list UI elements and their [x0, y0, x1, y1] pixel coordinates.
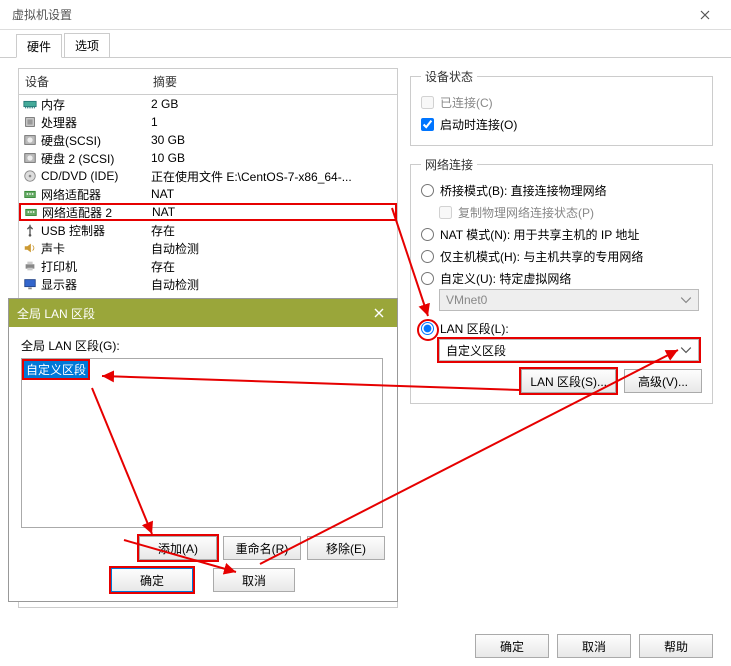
tab-row: 硬件 选项	[0, 30, 731, 58]
footer-ok[interactable]: 确定	[475, 634, 549, 658]
table-row[interactable]: 声卡自动检测	[19, 239, 397, 257]
print-icon	[23, 259, 37, 273]
dd-lan-segment[interactable]: 自定义区段	[439, 339, 699, 361]
memory-icon	[23, 97, 37, 111]
chk-connect-on-power[interactable]: 启动时连接(O)	[421, 113, 702, 135]
lan-dialog-close[interactable]	[369, 303, 389, 323]
nic-icon	[23, 187, 37, 201]
dialog-footer: 确定 取消 帮助	[475, 634, 713, 658]
table-row[interactable]: 硬盘(SCSI)30 GB	[19, 131, 397, 149]
table-row[interactable]: 打印机存在	[19, 257, 397, 275]
rad-hostonly[interactable]: 仅主机模式(H): 与主机共享的专用网络	[421, 245, 702, 267]
cpu-icon	[23, 115, 37, 129]
btn-advanced[interactable]: 高级(V)...	[624, 369, 702, 393]
list-item[interactable]: 自定义区段	[24, 361, 88, 378]
btn-lan-segments[interactable]: LAN 区段(S)...	[521, 369, 616, 393]
table-row[interactable]: 硬盘 2 (SCSI)10 GB	[19, 149, 397, 167]
col-device: 设备	[19, 69, 147, 94]
device-table-header: 设备 摘要	[19, 69, 397, 95]
lan-dialog-titlebar: 全局 LAN 区段	[9, 299, 397, 327]
btn-rename[interactable]: 重命名(R)	[223, 536, 301, 560]
lan-segment-list[interactable]: 自定义区段	[21, 358, 383, 528]
table-row[interactable]: USB 控制器存在	[19, 221, 397, 239]
rad-nat[interactable]: NAT 模式(N): 用于共享主机的 IP 地址	[421, 223, 702, 245]
table-row[interactable]: 内存2 GB	[19, 95, 397, 113]
footer-cancel[interactable]: 取消	[557, 634, 631, 658]
dd-custom-vmnet: VMnet0	[439, 289, 699, 311]
table-row[interactable]: 网络适配器 2NAT	[19, 203, 397, 221]
tab-hardware[interactable]: 硬件	[16, 34, 62, 58]
footer-help[interactable]: 帮助	[639, 634, 713, 658]
table-row[interactable]: 网络适配器NAT	[19, 185, 397, 203]
btn-remove[interactable]: 移除(E)	[307, 536, 385, 560]
display-icon	[23, 277, 37, 291]
table-row[interactable]: 显示器自动检测	[19, 275, 397, 293]
disk-icon	[23, 151, 37, 165]
nic-icon	[24, 205, 38, 219]
chk-connected[interactable]: 已连接(C)	[421, 91, 702, 113]
group-network-connection: 网络连接 桥接模式(B): 直接连接物理网络 复制物理网络连接状态(P) NAT…	[410, 156, 713, 404]
chk-replicate: 复制物理网络连接状态(P)	[439, 201, 702, 223]
rad-custom[interactable]: 自定义(U): 特定虚拟网络	[421, 267, 702, 289]
titlebar: 虚拟机设置	[0, 0, 731, 30]
table-row[interactable]: 处理器1	[19, 113, 397, 131]
close-button[interactable]	[687, 1, 723, 29]
tab-options[interactable]: 选项	[64, 33, 110, 57]
rad-lan-segment[interactable]: LAN 区段(L):	[421, 317, 702, 339]
chevron-down-icon	[680, 294, 692, 306]
usb-icon	[23, 223, 37, 237]
lan-dialog-label: 全局 LAN 区段(G):	[21, 337, 385, 354]
btn-add[interactable]: 添加(A)	[139, 536, 217, 560]
group-device-status: 设备状态 已连接(C) 启动时连接(O)	[410, 68, 713, 146]
col-summary: 摘要	[147, 69, 397, 94]
disk-icon	[23, 133, 37, 147]
lan-segment-dialog: 全局 LAN 区段 全局 LAN 区段(G): 自定义区段 添加(A) 重命名(…	[8, 298, 398, 602]
table-row[interactable]: CD/DVD (IDE)正在使用文件 E:\CentOS-7-x86_64-..…	[19, 167, 397, 185]
btn-cancel[interactable]: 取消	[213, 568, 295, 592]
cd-icon	[23, 169, 37, 183]
rad-bridged[interactable]: 桥接模式(B): 直接连接物理网络	[421, 179, 702, 201]
sound-icon	[23, 241, 37, 255]
window-title: 虚拟机设置	[12, 6, 72, 23]
btn-ok[interactable]: 确定	[111, 568, 193, 592]
chevron-down-icon	[680, 344, 692, 356]
